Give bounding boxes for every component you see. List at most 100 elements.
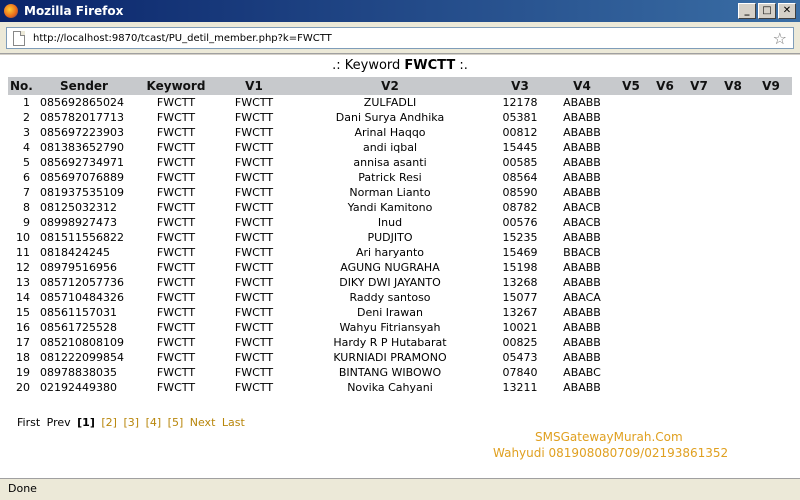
- maximize-button[interactable]: □: [758, 3, 776, 19]
- table-cell: Norman Lianto: [349, 186, 431, 199]
- window-titlebar: Mozilla Firefox _ □ ✕: [0, 0, 800, 22]
- table-cell: [716, 140, 750, 155]
- table-row: 6 085697076889 FWCTT FWCTT Patrick Resi 08564…: [8, 170, 792, 185]
- table-cell: [750, 140, 792, 155]
- table-cell: [716, 125, 750, 140]
- table-cell: 20: [16, 381, 30, 394]
- pager-next[interactable]: Next: [190, 416, 216, 429]
- table-cell: [750, 185, 792, 200]
- table-cell: [614, 305, 648, 320]
- table-cell: [750, 275, 792, 290]
- table-cell: 05381: [502, 111, 538, 124]
- table-cell: [648, 350, 682, 365]
- table-cell: FWCTT: [156, 261, 196, 274]
- table-cell: 13211: [502, 381, 538, 394]
- table-cell: [682, 335, 716, 350]
- table-row: 10 081511556822 FWCTT FWCTT PUDJITO 15235 ABAB…: [8, 230, 792, 245]
- table-cell: 02192449380: [40, 381, 117, 394]
- table-cell: [716, 215, 750, 230]
- table-cell: [614, 380, 648, 395]
- table-cell: 3: [23, 126, 30, 139]
- address-bar[interactable]: http://localhost:9870/tcast/PU_detil_mem…: [6, 27, 794, 49]
- pager-last[interactable]: Last: [222, 416, 245, 429]
- table-cell: [750, 170, 792, 185]
- table-cell: Ari haryanto: [355, 246, 425, 259]
- table-cell: FWCTT: [156, 366, 196, 379]
- table-body: 1 085692865024 FWCTT FWCTT ZULFADLI 12178 ABAB…: [8, 95, 792, 395]
- table-cell: ABABB: [563, 351, 601, 364]
- table-cell: andi iqbal: [362, 141, 418, 154]
- table-cell: ABABB: [563, 141, 601, 154]
- table-cell: ABABB: [563, 276, 601, 289]
- table-cell: 085692734971: [40, 156, 124, 169]
- table-cell: [750, 320, 792, 335]
- table-cell: Hardy R P Hutabarat: [333, 336, 447, 349]
- table-cell: [614, 260, 648, 275]
- table-cell: Wahyu Fitriansyah: [339, 321, 441, 334]
- pager-page-4[interactable]: [4]: [146, 416, 162, 429]
- table-cell: FWCTT: [156, 231, 196, 244]
- table-cell: 19: [16, 366, 30, 379]
- table-cell: FWCTT: [234, 141, 274, 154]
- table-cell: AGUNG NUGRAHA: [340, 261, 440, 274]
- table-cell: [716, 95, 750, 110]
- table-cell: ABABB: [563, 261, 601, 274]
- table-cell: FWCTT: [234, 381, 274, 394]
- table-cell: ABACB: [563, 201, 601, 214]
- page-icon: [13, 30, 25, 46]
- table-cell: Patrick Resi: [358, 171, 422, 184]
- table-cell: DIKY DWI JAYANTO: [339, 276, 441, 289]
- table-cell: 12178: [502, 96, 538, 109]
- table-cell: [750, 245, 792, 260]
- table-row: 3 085697223903 FWCTT FWCTT Arinal Haqqo 00812…: [8, 125, 792, 140]
- table-cell: [682, 350, 716, 365]
- table-cell: 6: [23, 171, 30, 184]
- table-cell: FWCTT: [156, 306, 196, 319]
- pager-prev[interactable]: Prev: [47, 416, 71, 429]
- minimize-button[interactable]: _: [738, 3, 756, 19]
- table-cell: FWCTT: [234, 246, 274, 259]
- column-header: V1: [245, 79, 263, 93]
- table-cell: 00825: [502, 336, 538, 349]
- table-cell: FWCTT: [234, 186, 274, 199]
- table-cell: 08564: [502, 171, 538, 184]
- table-cell: FWCTT: [234, 276, 274, 289]
- table-cell: 08979516956: [40, 261, 117, 274]
- table-cell: FWCTT: [156, 96, 196, 109]
- table-cell: FWCTT: [234, 171, 274, 184]
- table-cell: FWCTT: [156, 336, 196, 349]
- url-text[interactable]: http://localhost:9870/tcast/PU_detil_mem…: [33, 33, 773, 44]
- table-cell: FWCTT: [156, 111, 196, 124]
- page-heading: .: Keyword FWCTT :.: [0, 58, 800, 73]
- table-row: 16 08561725528 FWCTT FWCTT Wahyu Fitriansyah…: [8, 320, 792, 335]
- navigation-toolbar: http://localhost:9870/tcast/PU_detil_mem…: [0, 22, 800, 54]
- table-cell: [750, 335, 792, 350]
- table-cell: [750, 365, 792, 380]
- pager-page-5[interactable]: [5]: [168, 416, 184, 429]
- table-row: 18 081222099854 FWCTT FWCTT KURNIADI PRAMONO…: [8, 350, 792, 365]
- table-cell: [648, 110, 682, 125]
- table-cell: [648, 140, 682, 155]
- table-cell: [614, 170, 648, 185]
- table-cell: [682, 290, 716, 305]
- table-row: 8 08125032312 FWCTT FWCTT Yandi Kamitono 0878…: [8, 200, 792, 215]
- pager-page-3[interactable]: [3]: [123, 416, 139, 429]
- pager-first[interactable]: First: [17, 416, 40, 429]
- table-cell: [682, 230, 716, 245]
- column-header: No.: [10, 79, 33, 93]
- table-cell: [682, 365, 716, 380]
- bookmark-star-icon[interactable]: ☆: [773, 29, 787, 48]
- table-cell: [750, 260, 792, 275]
- close-button[interactable]: ✕: [778, 3, 796, 19]
- page-content: .: Keyword FWCTT :. No. Sender Keyword V1 V2…: [0, 55, 800, 478]
- table-cell: [750, 95, 792, 110]
- table-cell: [682, 110, 716, 125]
- table-cell: FWCTT: [234, 351, 274, 364]
- table-cell: [648, 155, 682, 170]
- table-cell: [614, 275, 648, 290]
- table-cell: [648, 365, 682, 380]
- table-cell: 2: [23, 111, 30, 124]
- table-cell: FWCTT: [156, 171, 196, 184]
- pager-page-2[interactable]: [2]: [101, 416, 117, 429]
- table-cell: [750, 110, 792, 125]
